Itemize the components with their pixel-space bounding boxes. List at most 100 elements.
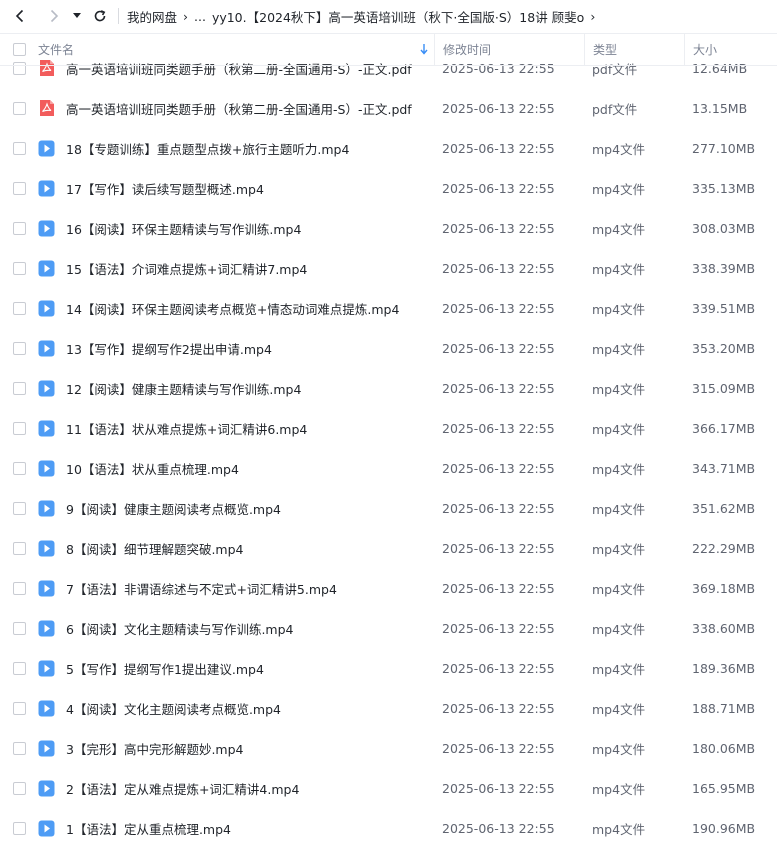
- row-checkbox[interactable]: [0, 501, 38, 515]
- file-name-cell[interactable]: 14【阅读】环保主题阅读考点概览+情态动词难点提炼.mp4: [38, 299, 434, 318]
- modified-time: 2025-06-13 22:55: [442, 780, 555, 796]
- file-row[interactable]: 17【写作】读后续写题型概述.mp4 2025-06-13 22:55 mp4文件 3…: [0, 168, 777, 208]
- select-all-checkbox[interactable]: [0, 43, 38, 56]
- file-name-cell[interactable]: 16【阅读】环保主题精读与写作训练.mp4: [38, 219, 434, 238]
- file-name-cell[interactable]: 10【语法】状从重点梳理.mp4: [38, 459, 434, 478]
- sort-arrow-icon[interactable]: [420, 44, 428, 55]
- file-row[interactable]: 6【阅读】文化主题精读与写作训练.mp4 2025-06-13 22:55 mp4文…: [0, 608, 777, 648]
- row-checkbox[interactable]: [0, 821, 38, 835]
- file-name-cell[interactable]: 8【阅读】细节理解题突破.mp4: [38, 539, 434, 558]
- column-header-type[interactable]: 类型: [584, 34, 684, 65]
- file-name-cell[interactable]: 12【阅读】健康主题精读与写作训练.mp4: [38, 379, 434, 398]
- file-row[interactable]: 4【阅读】文化主题阅读考点概览.mp4 2025-06-13 22:55 mp4文件…: [0, 688, 777, 728]
- file-row[interactable]: 3【完形】高中完形解题妙.mp4 2025-06-13 22:55 mp4文件 180…: [0, 728, 777, 768]
- video-icon: [38, 419, 55, 437]
- file-name-cell[interactable]: 13【写作】提纲写作2提出申请.mp4: [38, 339, 434, 358]
- modified-time: 2025-06-13 22:55: [442, 660, 555, 676]
- breadcrumb-root[interactable]: 我的网盘: [127, 7, 177, 26]
- file-row[interactable]: 5【写作】提纲写作1提出建议.mp4 2025-06-13 22:55 mp4文件 1…: [0, 648, 777, 688]
- row-checkbox[interactable]: [0, 101, 38, 115]
- file-row[interactable]: 1【语法】定从重点梳理.mp4 2025-06-13 22:55 mp4文件 190.…: [0, 808, 777, 848]
- file-type: mp4文件: [592, 141, 646, 157]
- row-checkbox[interactable]: [0, 621, 38, 635]
- modified-time: 2025-06-13 22:55: [442, 500, 555, 516]
- history-dropdown-button[interactable]: [68, 4, 86, 28]
- file-type: mp4文件: [592, 381, 646, 397]
- breadcrumb-chevron-icon[interactable]: ›: [590, 9, 595, 24]
- row-checkbox[interactable]: [0, 541, 38, 555]
- column-header-name-label: 文件名: [38, 43, 75, 57]
- row-checkbox[interactable]: [0, 221, 38, 235]
- video-icon: [38, 699, 55, 717]
- file-row[interactable]: 10【语法】状从重点梳理.mp4 2025-06-13 22:55 mp4文件 343…: [0, 448, 777, 488]
- caret-down-icon: [73, 13, 81, 18]
- row-checkbox[interactable]: [0, 421, 38, 435]
- file-row[interactable]: 9【阅读】健康主题阅读考点概览.mp4 2025-06-13 22:55 mp4文件…: [0, 488, 777, 528]
- row-checkbox[interactable]: [0, 261, 38, 275]
- file-name-cell[interactable]: 15【语法】介词难点提炼+词汇精讲7.mp4: [38, 259, 434, 278]
- file-size: 353.20MB: [692, 340, 756, 356]
- row-checkbox[interactable]: [0, 741, 38, 755]
- file-size: 277.10MB: [692, 140, 756, 156]
- file-name-cell[interactable]: 5【写作】提纲写作1提出建议.mp4: [38, 659, 434, 678]
- file-name-cell[interactable]: 2【语法】定从难点提炼+词汇精讲4.mp4: [38, 779, 434, 798]
- file-size: 369.18MB: [692, 580, 756, 596]
- row-checkbox[interactable]: [0, 341, 38, 355]
- breadcrumb-ellipsis[interactable]: ...: [194, 9, 206, 24]
- forward-button[interactable]: [42, 4, 66, 28]
- file-name-cell[interactable]: 1【语法】定从重点梳理.mp4: [38, 819, 434, 838]
- file-row[interactable]: 2【语法】定从难点提炼+词汇精讲4.mp4 2025-06-13 22:55 mp4…: [0, 768, 777, 808]
- row-checkbox[interactable]: [0, 141, 38, 155]
- file-row[interactable]: 11【语法】状从难点提炼+词汇精讲6.mp4 2025-06-13 22:55 mp…: [0, 408, 777, 448]
- video-icon: [38, 459, 55, 477]
- column-header-time[interactable]: 修改时间: [434, 34, 584, 65]
- file-name-cell[interactable]: 18【专题训练】重点题型点拨+旅行主题听力.mp4: [38, 139, 434, 158]
- back-button[interactable]: [8, 4, 32, 28]
- file-name-cell[interactable]: 6【阅读】文化主题精读与写作训练.mp4: [38, 619, 434, 638]
- file-name-cell[interactable]: 9【阅读】健康主题阅读考点概览.mp4: [38, 499, 434, 518]
- file-name: 12【阅读】健康主题精读与写作训练.mp4: [66, 381, 302, 397]
- file-type: mp4文件: [592, 261, 646, 277]
- file-row[interactable]: 16【阅读】环保主题精读与写作训练.mp4 2025-06-13 22:55 mp4…: [0, 208, 777, 248]
- breadcrumb-current[interactable]: yy10.【2024秋下】高一英语培训班（秋下·全国版·S）18讲 顾斐o: [212, 7, 584, 26]
- file-type: mp4文件: [592, 741, 646, 757]
- file-name-cell[interactable]: 11【语法】状从难点提炼+词汇精讲6.mp4: [38, 419, 434, 438]
- row-checkbox[interactable]: [0, 461, 38, 475]
- modified-time: 2025-06-13 22:55: [442, 620, 555, 636]
- file-row[interactable]: 13【写作】提纲写作2提出申请.mp4 2025-06-13 22:55 mp4文件…: [0, 328, 777, 368]
- file-row[interactable]: 12【阅读】健康主题精读与写作训练.mp4 2025-06-13 22:55 mp4…: [0, 368, 777, 408]
- column-header-name[interactable]: 文件名: [38, 34, 434, 65]
- file-name-cell[interactable]: 17【写作】读后续写题型概述.mp4: [38, 179, 434, 198]
- file-row[interactable]: 15【语法】介词难点提炼+词汇精讲7.mp4 2025-06-13 22:55 mp…: [0, 248, 777, 288]
- row-checkbox[interactable]: [0, 181, 38, 195]
- row-checkbox[interactable]: [0, 581, 38, 595]
- video-icon: [38, 339, 55, 357]
- modified-time: 2025-06-13 22:55: [442, 820, 555, 836]
- file-name: 6【阅读】文化主题精读与写作训练.mp4: [66, 621, 294, 637]
- file-row[interactable]: 高一英语培训班同类题手册（秋第二册-全国通用-S）-正文.pdf 2025-06-…: [0, 88, 777, 128]
- modified-time: 2025-06-13 22:55: [442, 260, 555, 276]
- file-name-cell[interactable]: 4【阅读】文化主题阅读考点概览.mp4: [38, 699, 434, 718]
- row-checkbox[interactable]: [0, 301, 38, 315]
- file-row[interactable]: 14【阅读】环保主题阅读考点概览+情态动词难点提炼.mp4 2025-06-13 …: [0, 288, 777, 328]
- file-name-cell[interactable]: 7【语法】非谓语综述与不定式+词汇精讲5.mp4: [38, 579, 434, 598]
- pdf-icon: [38, 99, 55, 117]
- row-checkbox[interactable]: [0, 661, 38, 675]
- video-icon: [38, 299, 55, 317]
- file-name-cell[interactable]: 高一英语培训班同类题手册（秋第二册-全国通用-S）-正文.pdf: [38, 99, 434, 118]
- video-icon: [38, 619, 55, 637]
- file-type: mp4文件: [592, 461, 646, 477]
- row-checkbox[interactable]: [0, 701, 38, 715]
- row-checkbox[interactable]: [0, 381, 38, 395]
- file-name-cell[interactable]: 3【完形】高中完形解题妙.mp4: [38, 739, 434, 758]
- file-row[interactable]: 8【阅读】细节理解题突破.mp4 2025-06-13 22:55 mp4文件 222…: [0, 528, 777, 568]
- file-size: 222.29MB: [692, 540, 756, 556]
- file-size: 335.13MB: [692, 180, 756, 196]
- column-header-size[interactable]: 大小: [684, 34, 777, 65]
- row-checkbox[interactable]: [0, 781, 38, 795]
- file-name: 高一英语培训班同类题手册（秋第二册-全国通用-S）-正文.pdf: [66, 101, 412, 117]
- file-size: 165.95MB: [692, 780, 756, 796]
- file-row[interactable]: 7【语法】非谓语综述与不定式+词汇精讲5.mp4 2025-06-13 22:55…: [0, 568, 777, 608]
- refresh-button[interactable]: [88, 4, 112, 28]
- file-row[interactable]: 18【专题训练】重点题型点拨+旅行主题听力.mp4 2025-06-13 22:5…: [0, 128, 777, 168]
